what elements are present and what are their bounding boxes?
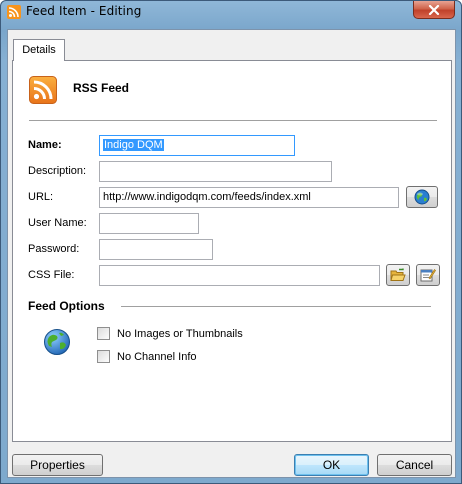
header-title: RSS Feed [73, 81, 130, 95]
close-icon [428, 4, 440, 15]
password-field[interactable] [99, 239, 213, 260]
window-title: Feed Item - Editing [26, 4, 142, 18]
open-folder-icon [390, 268, 406, 281]
no-images-checkbox[interactable] [97, 327, 110, 340]
browse-url-button[interactable] [406, 186, 438, 208]
password-label: Password: [28, 243, 80, 255]
no-channel-info-label: No Channel Info [117, 350, 197, 363]
globe-icon [414, 189, 430, 205]
cssfile-label: CSS File: [28, 269, 75, 281]
name-field-value: Indigo DQM [103, 139, 164, 151]
close-button[interactable] [413, 1, 455, 19]
url-label: URL: [28, 191, 54, 203]
feed-options-title: Feed Options [28, 299, 105, 313]
username-label: User Name: [28, 217, 87, 229]
edit-file-button[interactable] [416, 264, 440, 286]
title-bar[interactable]: Feed Item - Editing [1, 1, 461, 23]
properties-button[interactable]: Properties [12, 454, 103, 476]
no-images-label: No Images or Thumbnails [117, 327, 243, 340]
username-field[interactable] [99, 213, 199, 234]
cancel-button[interactable]: Cancel [377, 454, 452, 476]
name-field[interactable]: Indigo DQM [99, 135, 295, 156]
rss-icon [7, 5, 21, 19]
no-channel-info-checkbox[interactable] [97, 350, 110, 363]
cssfile-field[interactable] [99, 265, 380, 286]
tab-details[interactable]: Details [13, 39, 65, 61]
edit-document-icon [420, 268, 436, 282]
no-images-option[interactable]: No Images or Thumbnails [97, 327, 243, 340]
open-file-button[interactable] [386, 264, 410, 286]
description-label: Description: [28, 165, 87, 177]
dialog-client: Details RSS Feed Name: Indigo DQM Descri… [7, 29, 456, 478]
name-label: Name: [28, 139, 62, 151]
url-field[interactable]: http://www.indigodqm.com/feeds/index.xml [99, 187, 399, 208]
feed-options-separator [121, 306, 431, 307]
details-panel: RSS Feed Name: Indigo DQM Description: U… [12, 60, 452, 442]
no-channel-info-option[interactable]: No Channel Info [97, 350, 197, 363]
description-field[interactable] [99, 161, 332, 182]
globe-icon [43, 328, 71, 356]
dialog-window: Feed Item - Editing Details RSS Feed Nam… [0, 0, 462, 484]
header-separator [29, 120, 437, 121]
ok-button[interactable]: OK [294, 454, 369, 476]
rss-feed-icon [29, 76, 57, 104]
